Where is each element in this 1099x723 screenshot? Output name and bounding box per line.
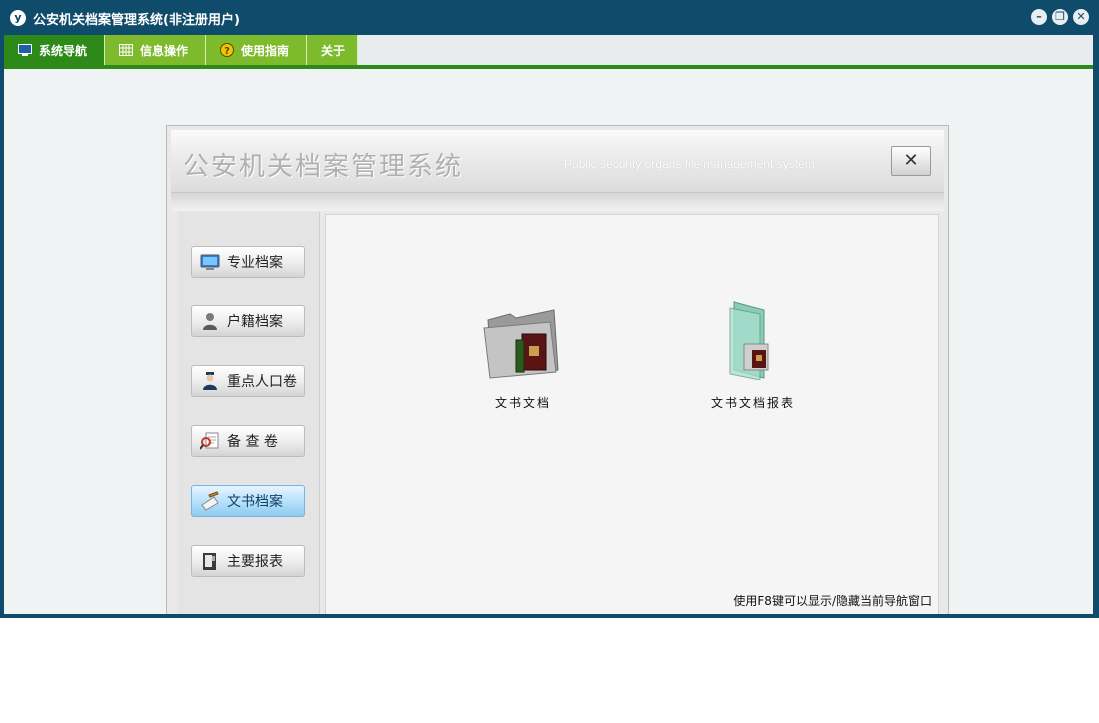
- tab-label: 使用指南: [241, 43, 290, 58]
- tab-label: 关于: [321, 43, 346, 58]
- navigation-title: 公安机关档案管理系统: [183, 152, 464, 182]
- sidebar-item-reference-volume[interactable]: 备 查 卷: [191, 425, 305, 457]
- navigation-window: 公安机关档案管理系统 Public security organs file m…: [166, 125, 949, 614]
- navigation-sidebar: 专业档案 户籍档案 重点人口卷 备 查 卷 文书档案 主要报表: [178, 212, 320, 614]
- sidebar-item-label: 文书档案: [227, 494, 283, 510]
- folder-books-icon: [483, 309, 559, 379]
- sidebar-item-label: 户籍档案: [227, 314, 283, 330]
- document-files-item[interactable]: 文书文档: [458, 300, 588, 411]
- magnifier-document-icon: [200, 432, 219, 450]
- app-logo-icon: y: [10, 10, 26, 26]
- report-icon: [203, 553, 216, 570]
- sidebar-item-household-archives[interactable]: 户籍档案: [191, 305, 305, 337]
- window-title: 公安机关档案管理系统(非注册用户): [33, 13, 240, 28]
- tab-label: 系统导航: [39, 43, 88, 58]
- tab-label: 信息操作: [140, 43, 189, 58]
- sidebar-item-label: 主要报表: [227, 554, 283, 570]
- navigation-close-button[interactable]: ✕: [891, 146, 931, 176]
- app-window: y 公安机关档案管理系统(非注册用户) – ❐ ✕ 系统导航 信息操作 ? 使用…: [0, 0, 1099, 618]
- close-icon[interactable]: ✕: [1073, 9, 1089, 25]
- sidebar-item-label: 专业档案: [227, 255, 283, 271]
- glass-folder-icon: [729, 301, 769, 380]
- restore-icon[interactable]: ❐: [1052, 9, 1068, 25]
- menu-tab-bar: 系统导航 信息操作 ? 使用指南 关于: [4, 35, 1093, 65]
- sidebar-item-label: 备 查 卷: [227, 434, 278, 450]
- f8-hint-text: 使用F8键可以显示/隐藏当前导航窗口: [733, 594, 932, 608]
- tab-about[interactable]: 关于: [307, 35, 358, 65]
- pencil-document-icon: [201, 491, 219, 511]
- sidebar-item-professional-archives[interactable]: 专业档案: [191, 246, 305, 278]
- document-report-item[interactable]: 文书文档报表: [688, 300, 818, 411]
- minimize-icon[interactable]: –: [1031, 9, 1047, 25]
- svg-text:?: ?: [224, 46, 230, 57]
- document-report-label: 文书文档报表: [710, 396, 795, 410]
- monitor-icon: [200, 254, 220, 270]
- sidebar-item-key-population[interactable]: 重点人口卷: [191, 365, 305, 397]
- tab-user-guide[interactable]: ? 使用指南: [206, 35, 307, 65]
- sidebar-item-label: 重点人口卷: [227, 374, 297, 390]
- header-divider: [171, 193, 944, 211]
- sidebar-item-main-reports[interactable]: 主要报表: [191, 545, 305, 577]
- tab-information-operation[interactable]: 信息操作: [105, 35, 206, 65]
- title-bar: y 公安机关档案管理系统(非注册用户) – ❐ ✕: [0, 0, 1099, 34]
- workspace: 公安机关档案管理系统 Public security organs file m…: [4, 69, 1093, 614]
- navigation-header: 公安机关档案管理系统 Public security organs file m…: [171, 130, 944, 193]
- document-files-label: 文书文档: [494, 396, 551, 410]
- grid-icon: [119, 44, 133, 56]
- help-icon: ?: [220, 43, 234, 57]
- person-icon: [203, 313, 217, 330]
- sidebar-item-document-archives[interactable]: 文书档案: [191, 485, 305, 517]
- tab-system-navigation[interactable]: 系统导航: [4, 35, 105, 65]
- navigation-subtitle: Public security organs file management s…: [564, 157, 815, 171]
- navigation-content: 文书文档 文书文档报表 使用F8键可以显示/隐藏当前导航窗口: [325, 214, 939, 614]
- monitor-icon: [18, 44, 32, 56]
- officer-icon: [203, 372, 217, 390]
